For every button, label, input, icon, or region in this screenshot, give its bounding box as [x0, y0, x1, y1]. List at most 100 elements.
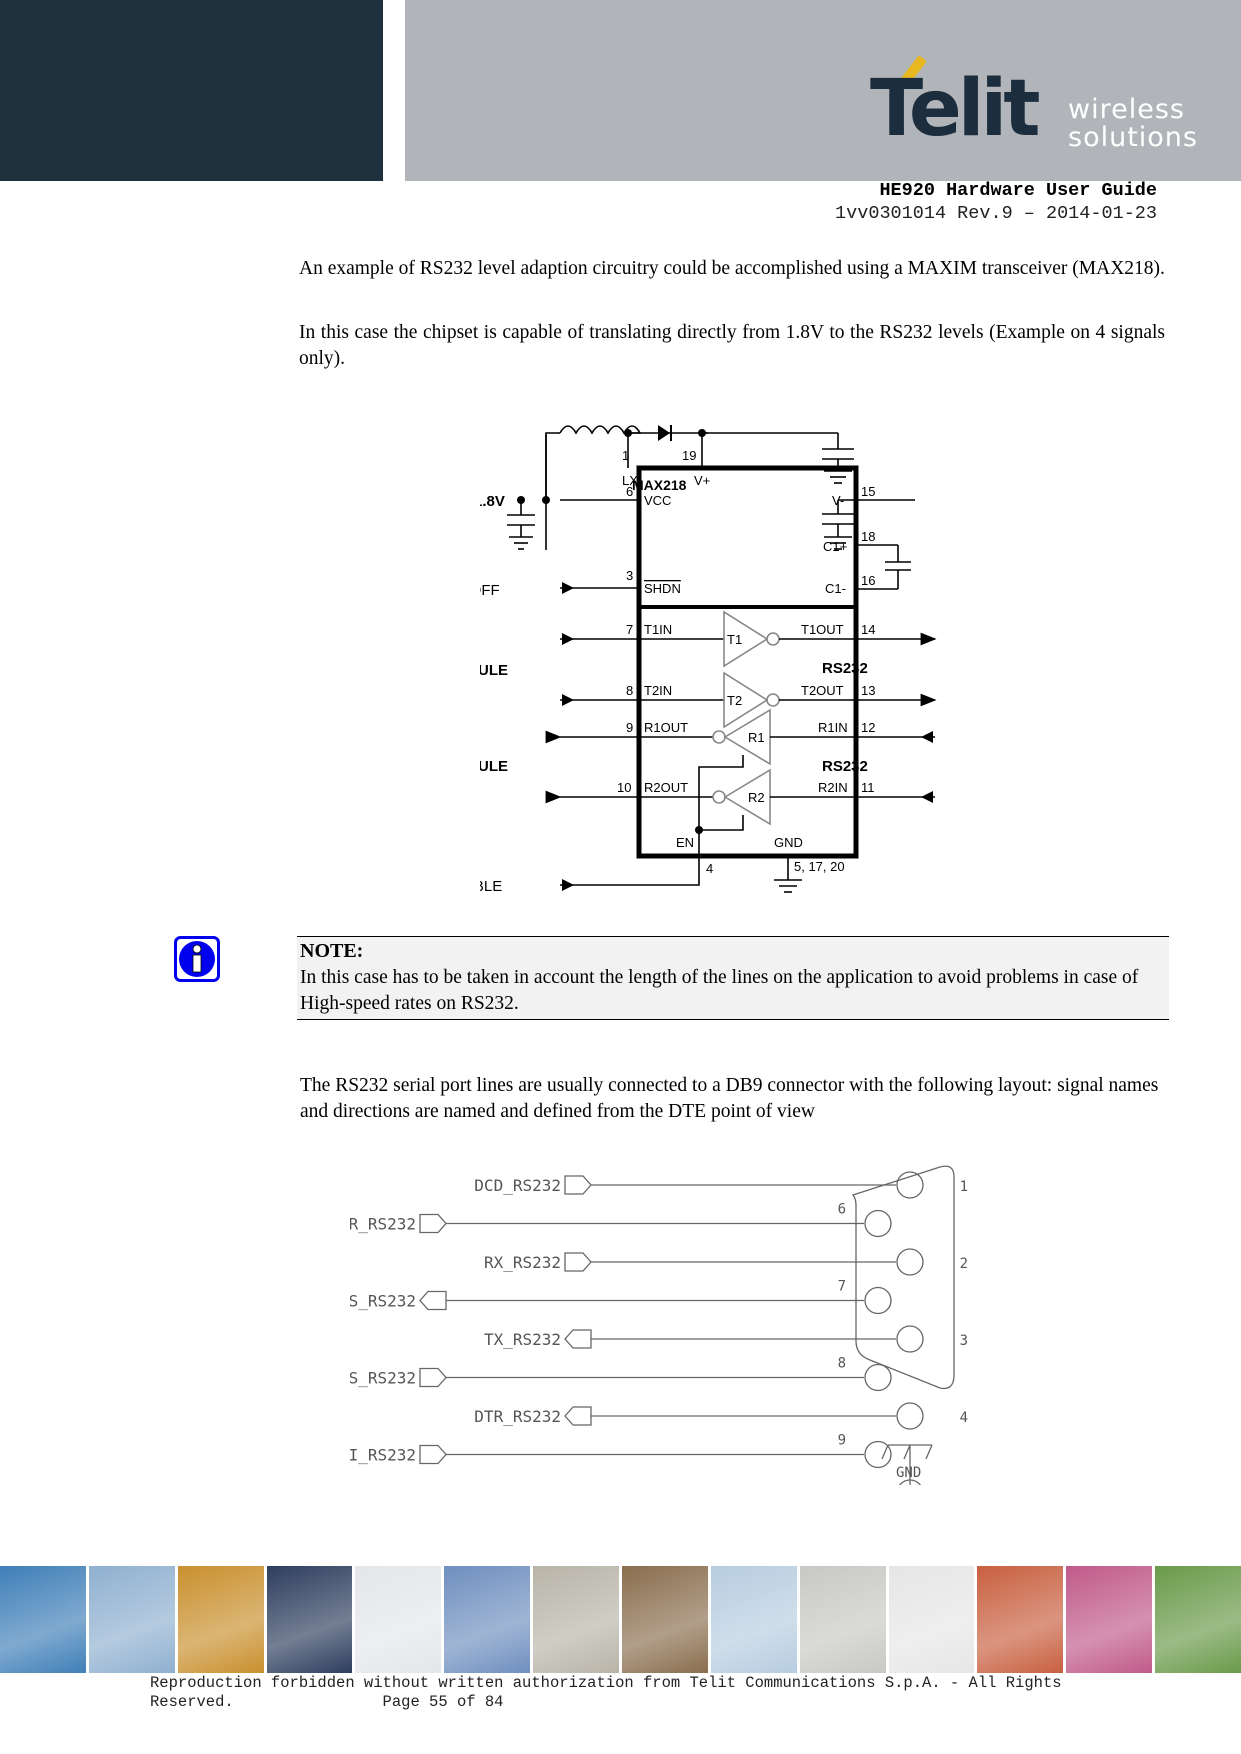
info-icon	[174, 936, 220, 982]
signal-label: DCD_RS232	[474, 1176, 561, 1195]
signal-label: RI_RS232	[350, 1446, 416, 1465]
on-off-label: ON/OFF	[480, 582, 500, 599]
footer-photo-tile	[888, 1566, 975, 1673]
logo-tagline: wireless solutions	[1068, 96, 1198, 152]
signal-port-flag	[419, 1290, 447, 1311]
footer-photo-tile	[444, 1566, 531, 1673]
paragraph-db9-intro: The RS232 serial port lines are usually …	[300, 1075, 1159, 1122]
db9-pin-3	[896, 1325, 924, 1353]
pin-name-r2in: R2IN	[818, 780, 848, 795]
footer-photo-tile	[1155, 1566, 1241, 1673]
pin-name-en: EN	[676, 835, 694, 850]
db9-pin-number: 8	[838, 1356, 846, 1372]
signal-port-flag	[419, 1213, 447, 1234]
module-label-bottom: MODULE	[480, 758, 508, 775]
pin-number-10: 10	[617, 780, 631, 795]
db9-connector-diagram: DCD_RS232 1 DSR_RS232 6 RX_RS232 2 RTS_RS232 7 T…	[350, 1165, 968, 1485]
signal-port-flag	[419, 1444, 447, 1465]
pin-name-r1in: R1IN	[818, 720, 848, 735]
pin-name-shdn: SHDN	[644, 581, 681, 596]
footer-photo-strip	[0, 1566, 1241, 1673]
signal-label: RTS_RS232	[350, 1292, 416, 1311]
buffer-label-r1: R1	[748, 730, 765, 745]
db9-shell-outline	[851, 1165, 955, 1390]
footer-photo-tile	[0, 1566, 86, 1673]
pin-number-4: 4	[706, 861, 713, 876]
module-label-top: MODULE	[480, 662, 508, 679]
pin-name-r2out: R2OUT	[644, 780, 688, 795]
pin-number-16: 16	[861, 573, 875, 588]
pin-name-vminus: V-	[832, 493, 844, 508]
footer-photo-tile	[533, 1566, 620, 1673]
db9-pin-2	[896, 1248, 924, 1276]
db9-pin-number: 2	[960, 1256, 968, 1272]
pin-name-vplus: V+	[694, 473, 710, 488]
footer-photo-tile	[799, 1566, 886, 1673]
pin-name-vcc: VCC	[644, 493, 671, 508]
pin-number-15: 15	[861, 484, 875, 499]
db9-pin-8	[864, 1363, 892, 1392]
enable-label: ENABLE	[480, 878, 502, 895]
pin-name-r1out: R1OUT	[644, 720, 688, 735]
footer-photo-tile	[1066, 1566, 1153, 1673]
buffer-label-t1: T1	[727, 632, 742, 647]
db9-pin-7	[864, 1286, 892, 1315]
logo-tagline-line1: wireless	[1068, 94, 1185, 125]
pin-name-t2out: T2OUT	[801, 683, 844, 698]
header-dark-block	[0, 0, 383, 181]
db9-pin-number: 3	[960, 1333, 968, 1349]
signal-port-flag	[564, 1406, 592, 1426]
footer-reserved: Reserved.	[150, 1693, 234, 1711]
pin-name-gnd: GND	[774, 835, 803, 850]
max218-schematic: 1.8V ON/OFF MODULE MODULE ENABLE RS232 R…	[480, 425, 937, 895]
enable-wire	[560, 755, 744, 886]
signal-label: DSR_RS232	[350, 1215, 416, 1234]
rs232-label-top: RS232	[822, 660, 868, 677]
footer-photo-tile	[977, 1566, 1064, 1673]
supply-voltage-label: 1.8V	[480, 493, 505, 510]
signal-port-flag	[564, 1175, 592, 1195]
chip-name-label: MAX218	[632, 477, 687, 493]
pin-number-7: 7	[626, 622, 633, 637]
signal-label: RX_RS232	[484, 1253, 561, 1272]
pin-name-t2in: T2IN	[644, 683, 672, 698]
rs232-label-bottom: RS232	[822, 758, 868, 775]
signal-label: DTR_RS232	[474, 1407, 561, 1426]
ground-label: GND	[896, 1465, 921, 1481]
logo-tagline-line2: solutions	[1068, 122, 1198, 153]
db9-pin-1	[896, 1171, 924, 1199]
pin-name-c1plus: C1+	[823, 539, 847, 554]
pin-name-c1minus: C1-	[825, 581, 846, 596]
footer-copyright: Reproduction forbidden without written a…	[150, 1674, 1062, 1692]
footer-photo-tile	[177, 1566, 264, 1673]
footer-photo-tile	[88, 1566, 175, 1673]
pin-number-13: 13	[861, 683, 875, 698]
db9-pin-6	[864, 1209, 892, 1238]
db9-pin-4	[896, 1402, 924, 1430]
db9-pin-9	[864, 1440, 892, 1469]
buffer-label-r2: R2	[748, 790, 765, 805]
page-number: Page 55 of 84	[382, 1693, 504, 1711]
pin-number-8: 8	[626, 683, 633, 698]
pin-name-t1in: T1IN	[644, 622, 672, 637]
pin-number-gnd: 5, 17, 20	[794, 859, 845, 874]
pin-number-19: 19	[682, 448, 696, 463]
vcc-feed-wire	[545, 432, 560, 550]
paragraph-max218-intro: An example of RS232 level adaption circu…	[299, 258, 1165, 279]
pin-number-1: 1	[622, 448, 629, 463]
footer-photo-tile	[622, 1566, 708, 1673]
buffer-label-t2: T2	[727, 693, 742, 708]
note-title: NOTE:	[300, 940, 364, 962]
signal-label: CTS_RS232	[350, 1369, 416, 1388]
signal-port-flag	[564, 1329, 592, 1349]
pin-number-14: 14	[861, 622, 875, 637]
document-revision: 1vv0301014 Rev.9 – 2014-01-23	[835, 203, 1157, 224]
document-title: HE920 Hardware User Guide	[879, 180, 1157, 201]
signal-port-flag	[419, 1367, 447, 1388]
footer-photo-tile	[710, 1566, 797, 1673]
db9-pin-number: 1	[960, 1179, 968, 1195]
pin-number-9: 9	[626, 720, 633, 735]
db9-pin-number: 6	[838, 1202, 846, 1218]
db9-pin-number: 9	[838, 1433, 846, 1449]
pin-number-3: 3	[626, 568, 633, 583]
